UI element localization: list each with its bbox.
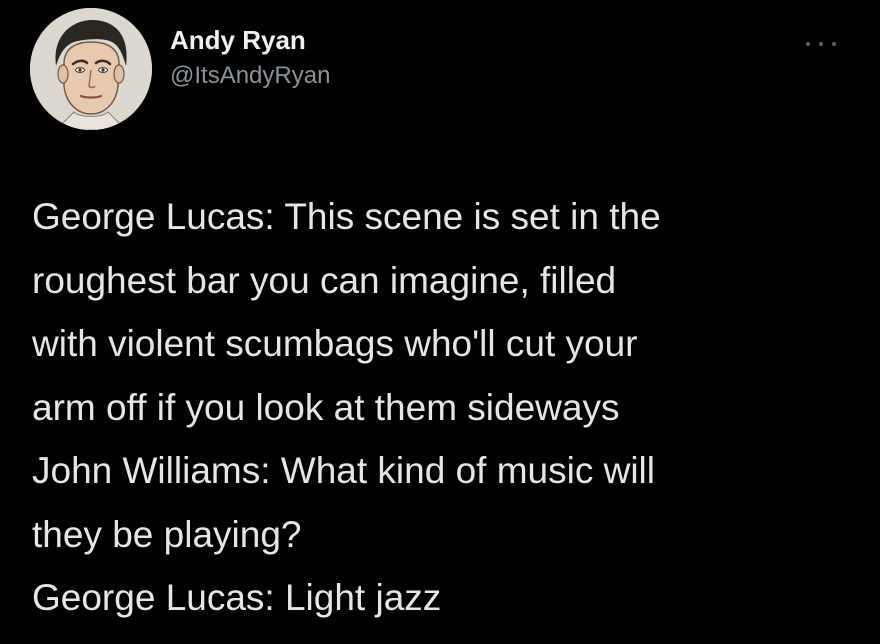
tweet-line: arm off if you look at them sideways (32, 386, 620, 428)
user-handle[interactable]: @ItsAndyRyan (170, 60, 330, 92)
more-horizontal-icon (819, 42, 823, 46)
tweet-line: John Williams: What kind of music will (32, 450, 655, 491)
more-horizontal-icon (832, 42, 836, 46)
tweet-card: Andy Ryan @ItsAndyRyan George Lucas: Thi… (0, 0, 880, 644)
tweet-line: they be playing? (32, 513, 302, 555)
tweet-line: roughest bar you can imagine, filled (32, 259, 617, 301)
tweet-text: George Lucas: This scene is set in the r… (32, 185, 852, 630)
tweet-line: George Lucas: Light jazz (32, 577, 442, 618)
display-name[interactable]: Andy Ryan (170, 24, 330, 56)
tweet-line: George Lucas: This scene is set in the (32, 196, 661, 237)
avatar-portrait-icon (30, 8, 152, 130)
more-horizontal-icon (806, 42, 810, 46)
author-info: Andy Ryan @ItsAndyRyan (170, 24, 330, 92)
tweet-line: with violent scumbags who'll cut your (32, 323, 638, 364)
avatar[interactable] (30, 8, 152, 130)
more-options-button[interactable] (806, 36, 836, 52)
